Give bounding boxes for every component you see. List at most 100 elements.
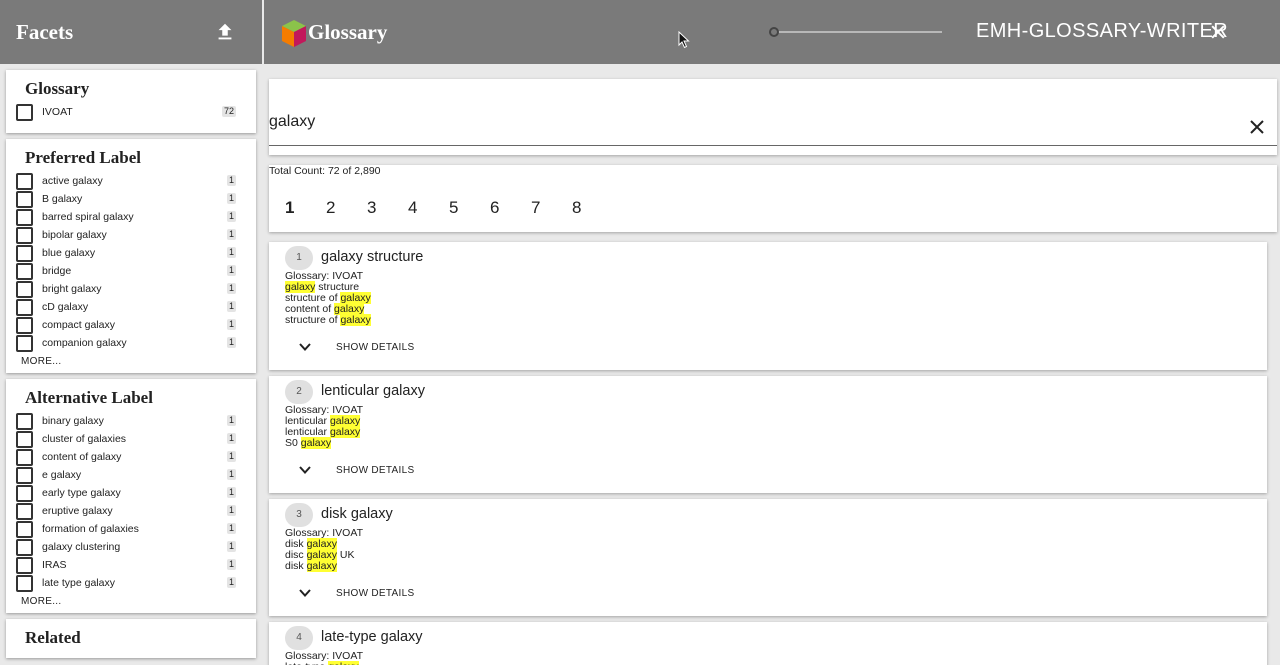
facet-card: Alternative Label binary galaxy 1 cluster o… <box>6 379 256 613</box>
sidebar-header: Facets <box>0 0 262 64</box>
user-name: EMH-GLOSSARY-WRITER <box>976 20 1229 42</box>
facet-checkbox[interactable] <box>16 190 33 208</box>
facet-more-link[interactable]: MORE... <box>6 356 256 367</box>
facet-count-badge: 1 <box>226 337 236 348</box>
facet-title: Alternative Label <box>25 388 153 407</box>
facet-option: blue galaxy 1 <box>6 244 256 262</box>
facet-count-badge: 1 <box>226 247 236 258</box>
facet-option: e galaxy 1 <box>6 466 256 484</box>
snippet-text: UK <box>336 549 355 561</box>
results-summary: Total Count: 72 of 2,890 12345678 <box>269 165 1277 232</box>
clear-search-icon[interactable] <box>1249 119 1265 135</box>
show-details-label: SHOW DETAILS <box>336 341 415 353</box>
facet-option: B galaxy 1 <box>6 190 256 208</box>
cube-logo-icon <box>282 20 306 47</box>
facet-checkbox[interactable] <box>16 316 33 334</box>
close-icon[interactable] <box>1208 22 1228 42</box>
result-title[interactable]: disk galaxy <box>321 506 393 522</box>
search-input[interactable] <box>269 113 1249 131</box>
facet-checkbox[interactable] <box>16 412 33 430</box>
search-highlight: galaxy <box>329 426 361 438</box>
result-snippet-line: structure of galaxy <box>285 314 371 326</box>
result-card: 1 galaxy structure Glossary: IVOAT galaxy s… <box>269 242 1267 370</box>
slider-thumb[interactable] <box>769 27 779 37</box>
facet-checkbox[interactable] <box>16 448 33 466</box>
mouse-cursor-icon <box>678 31 690 49</box>
result-snippet-line: disk galaxy <box>285 560 363 572</box>
facet-count-badge: 1 <box>226 433 236 444</box>
facet-option-label: eruptive galaxy <box>42 505 113 517</box>
facet-option: IVOAT 72 <box>6 103 256 121</box>
facet-card: Preferred Label active galaxy 1 B galaxy 1 ba… <box>6 139 256 373</box>
facet-option-label: compact galaxy <box>42 319 115 331</box>
facet-count-badge: 1 <box>226 211 236 222</box>
result-title[interactable]: late-type galaxy <box>321 629 423 645</box>
facet-option-label: companion galaxy <box>42 337 127 349</box>
result-number-badge: 4 <box>285 626 313 650</box>
facet-count-badge: 1 <box>226 193 236 204</box>
chevron-down-icon <box>299 589 311 597</box>
facet-option-label: formation of galaxies <box>42 523 139 535</box>
facet-checkbox[interactable] <box>16 502 33 520</box>
slider-track[interactable] <box>774 31 942 33</box>
facet-checkbox[interactable] <box>16 244 33 262</box>
facet-option: bridge 1 <box>6 262 256 280</box>
facet-option: cluster of galaxies 1 <box>6 430 256 448</box>
facet-more-link[interactable]: MORE... <box>6 596 256 607</box>
facet-option: compact galaxy 1 <box>6 316 256 334</box>
facet-checkbox[interactable] <box>16 520 33 538</box>
facet-option: barred spiral galaxy 1 <box>6 208 256 226</box>
facet-option: bipolar galaxy 1 <box>6 226 256 244</box>
facet-checkbox[interactable] <box>16 172 33 190</box>
show-details-label: SHOW DETAILS <box>336 587 415 599</box>
facet-count-badge: 1 <box>226 541 236 552</box>
page-link[interactable]: 7 <box>531 198 572 218</box>
facet-option-label: bipolar galaxy <box>42 229 107 241</box>
upload-icon[interactable] <box>214 21 236 43</box>
result-title[interactable]: lenticular galaxy <box>321 383 425 399</box>
facet-list: Glossary IVOAT 72 Preferred Label active gal… <box>0 70 262 658</box>
facet-checkbox[interactable] <box>16 280 33 298</box>
result-number-badge: 2 <box>285 380 313 404</box>
facet-option-label: barred spiral galaxy <box>42 211 134 223</box>
facet-option-label: content of galaxy <box>42 451 122 463</box>
facet-card: Glossary IVOAT 72 <box>6 70 256 133</box>
facet-checkbox[interactable] <box>16 103 33 121</box>
show-details-button[interactable]: SHOW DETAILS <box>297 585 414 601</box>
facet-checkbox[interactable] <box>16 484 33 502</box>
facet-checkbox[interactable] <box>16 556 33 574</box>
result-snippet: Glossary: IVOATlate-type galaxy <box>285 651 363 665</box>
page-link[interactable]: 3 <box>367 198 408 218</box>
facet-checkbox[interactable] <box>16 430 33 448</box>
page-link[interactable]: 5 <box>449 198 490 218</box>
page-link[interactable]: 2 <box>326 198 367 218</box>
chevron-down-icon <box>299 343 311 351</box>
page-link[interactable]: 8 <box>572 198 613 218</box>
facet-count-badge: 1 <box>226 229 236 240</box>
facet-checkbox[interactable] <box>16 226 33 244</box>
total-count: Total Count: 72 of 2,890 <box>269 165 381 177</box>
facet-option-label: B galaxy <box>42 193 83 205</box>
facet-checkbox[interactable] <box>16 334 33 352</box>
facet-option-label: galaxy clustering <box>42 541 121 553</box>
facet-checkbox[interactable] <box>16 298 33 316</box>
facet-option: eruptive galaxy 1 <box>6 502 256 520</box>
facet-option-label: cD galaxy <box>42 301 89 313</box>
facet-checkbox[interactable] <box>16 466 33 484</box>
facet-checkbox[interactable] <box>16 262 33 280</box>
show-details-button[interactable]: SHOW DETAILS <box>297 462 414 478</box>
facet-count-badge: 1 <box>226 487 236 498</box>
page-link[interactable]: 6 <box>490 198 531 218</box>
facet-count-badge: 1 <box>226 523 236 534</box>
page-link[interactable]: 1 <box>285 198 326 218</box>
page-link[interactable]: 4 <box>408 198 449 218</box>
facet-option: formation of galaxies 1 <box>6 520 256 538</box>
facet-count-badge: 72 <box>221 106 236 117</box>
result-title[interactable]: galaxy structure <box>321 249 423 265</box>
facet-checkbox[interactable] <box>16 538 33 556</box>
facet-option-label: cluster of galaxies <box>42 433 127 445</box>
facet-checkbox[interactable] <box>16 574 33 592</box>
facet-option-label: active galaxy <box>42 175 103 187</box>
facet-checkbox[interactable] <box>16 208 33 226</box>
show-details-button[interactable]: SHOW DETAILS <box>297 339 414 355</box>
